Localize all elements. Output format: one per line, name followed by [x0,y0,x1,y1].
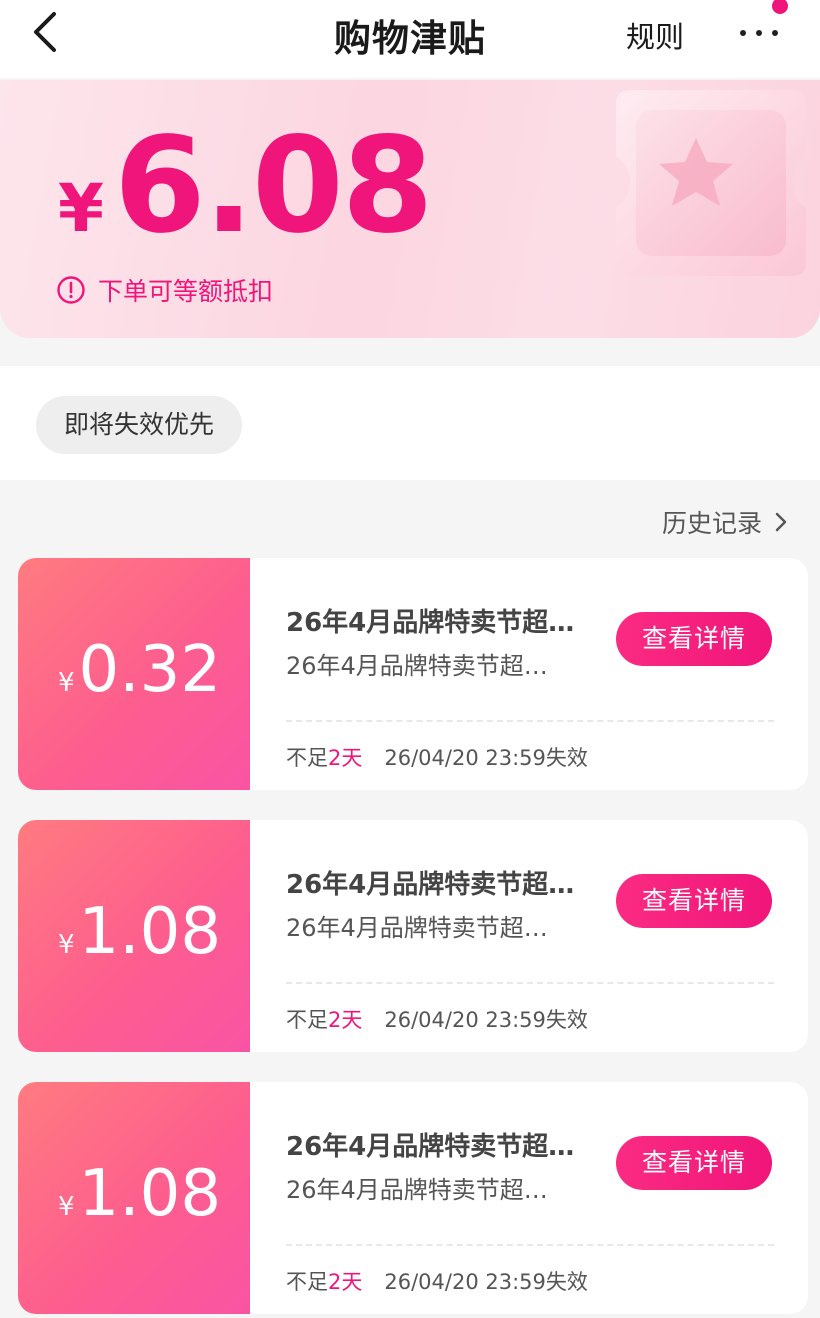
page-title: 购物津贴 [334,17,486,60]
coupon-value-panel: ¥ 1.08 [18,820,250,1052]
coupon-subtitle: 26年4月品牌特卖节超… [286,652,548,680]
dashed-divider [286,720,774,722]
coupon-currency: ¥ [58,930,75,960]
top-nav-bar: 购物津贴 规则 [0,0,820,78]
coupon-expiry: 不足2天 26/04/20 23:59失效 [286,1004,588,1034]
coupon-card: ¥ 0.32 26年4月品牌特卖节超… 26年4月品牌特卖节超… 查看详情 不足… [18,558,808,790]
view-details-button[interactable]: 查看详情 [616,874,772,928]
coupon-expiry: 不足2天 26/04/20 23:59失效 [286,742,588,772]
coupon-value-panel: ¥ 0.32 [18,558,250,790]
coupon-title: 26年4月品牌特卖节超… [286,608,575,638]
dashed-divider [286,1244,774,1246]
dashed-divider [286,982,774,984]
ticket-star-icon [616,90,806,276]
coupon-expiry: 不足2天 26/04/20 23:59失效 [286,1266,588,1296]
expiry-days: 2天 [328,746,363,770]
allowance-total: ¥ 6.08 [58,109,434,263]
coupon-amount: ¥ 1.08 [58,1162,221,1226]
allowance-note-text: 下单可等额抵扣 [98,277,274,306]
allowance-amount: 6.08 [113,109,434,263]
coupon-value: 0.32 [78,633,222,707]
coupon-card: ¥ 1.08 26年4月品牌特卖节超… 26年4月品牌特卖节超… 查看详情 不足… [18,820,808,1052]
coupon-card: ¥ 1.08 26年4月品牌特卖节超… 26年4月品牌特卖节超… 查看详情 不足… [18,1082,808,1314]
allowance-summary-card: ¥ 6.08 下单可等额抵扣 [0,80,820,338]
expiry-days: 2天 [328,1008,363,1032]
coupon-title: 26年4月品牌特卖节超… [286,870,575,900]
view-details-button[interactable]: 查看详情 [616,1136,772,1190]
expiry-prefix: 不足 [286,1270,328,1294]
expiry-date: 26/04/20 23:59失效 [384,1270,588,1294]
coupon-amount: ¥ 1.08 [58,900,221,964]
sort-expiring-first-chip[interactable]: 即将失效优先 [36,396,243,454]
expiry-prefix: 不足 [286,746,328,770]
expiry-prefix: 不足 [286,1008,328,1032]
coupon-subtitle: 26年4月品牌特卖节超… [286,1176,548,1204]
expiry-days: 2天 [328,1270,363,1294]
coupon-value: 1.08 [78,895,222,969]
coupon-amount: ¥ 0.32 [58,638,221,702]
coupon-value-panel: ¥ 1.08 [18,1082,250,1314]
expiry-date: 26/04/20 23:59失效 [384,1008,588,1032]
history-label: 历史记录 [662,509,763,538]
history-record-link[interactable]: 历史记录 [662,504,790,540]
coupon-currency: ¥ [58,1192,75,1222]
allowance-note: 下单可等额抵扣 [56,272,273,308]
filter-bar: 即将失效优先 [0,366,820,480]
rules-button[interactable]: 规则 [626,14,684,56]
chevron-right-icon [775,512,787,532]
info-circle-icon [57,276,85,304]
coupon-currency: ¥ [58,668,75,698]
view-details-button[interactable]: 查看详情 [616,612,772,666]
coupon-value: 1.08 [78,1157,222,1231]
expiry-date: 26/04/20 23:59失效 [384,746,588,770]
coupon-title: 26年4月品牌特卖节超… [286,1132,575,1162]
more-button[interactable] [734,14,784,46]
coupon-subtitle: 26年4月品牌特卖节超… [286,914,548,942]
currency-symbol: ¥ [58,170,104,247]
